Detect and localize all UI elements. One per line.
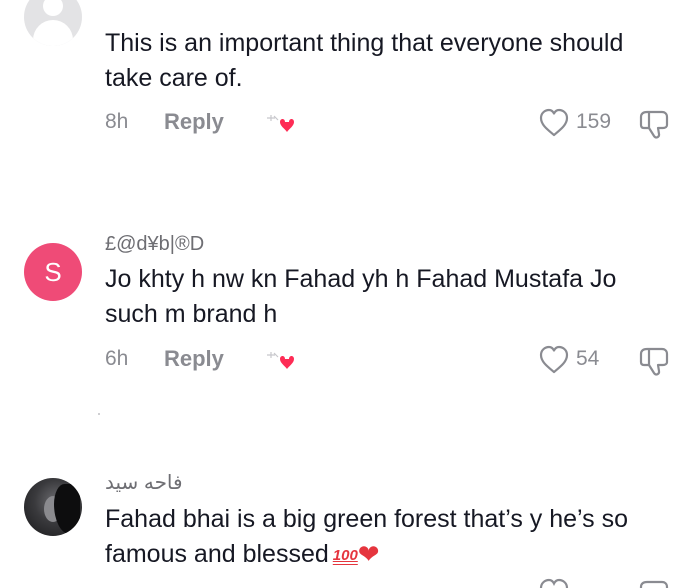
bottom-actions-partial bbox=[0, 578, 696, 588]
hundred-points-icon: 100 bbox=[332, 547, 358, 564]
heart-like-icon[interactable] bbox=[538, 578, 570, 588]
gift-heart-icon[interactable] bbox=[265, 112, 297, 136]
avatar-hair-shape bbox=[54, 484, 80, 534]
like-count: 159 bbox=[576, 110, 612, 133]
comment-text: This is an important thing that everyone… bbox=[105, 29, 624, 92]
gift-heart-icon[interactable] bbox=[265, 349, 297, 373]
comment-time: 8h bbox=[105, 110, 129, 133]
reply-button[interactable]: Reply bbox=[164, 346, 224, 372]
divider bbox=[98, 413, 100, 415]
comment-text: Fahad bhai is a big green forest that’s … bbox=[105, 502, 675, 573]
reply-button[interactable]: Reply bbox=[164, 109, 224, 135]
avatar-head-shape bbox=[43, 0, 63, 16]
comment-actions: 8h Reply 159 bbox=[0, 108, 696, 140]
comment-time: 6h bbox=[105, 347, 129, 370]
default-avatar[interactable] bbox=[24, 0, 82, 46]
letter-avatar[interactable]: S bbox=[24, 243, 82, 301]
thumbs-down-icon[interactable] bbox=[638, 345, 672, 377]
comment-username[interactable]: £@d¥b|®D bbox=[105, 233, 204, 256]
like-count: 54 bbox=[576, 347, 600, 370]
heart-like-icon[interactable] bbox=[538, 108, 570, 138]
thumbs-down-icon[interactable] bbox=[638, 108, 672, 140]
photo-avatar[interactable] bbox=[24, 478, 82, 536]
red-heart-icon: ❤ bbox=[357, 539, 380, 569]
thumbs-down-icon[interactable] bbox=[638, 578, 672, 588]
comment-text: Jo khty h nw kn Fahad yh h Fahad Mustafa… bbox=[105, 265, 617, 328]
comment-username[interactable]: فاحه سيد bbox=[105, 470, 183, 495]
avatar-shoulders-shape bbox=[33, 20, 73, 46]
heart-like-icon[interactable] bbox=[538, 345, 570, 375]
comment-actions: 6h Reply 54 bbox=[0, 345, 696, 377]
